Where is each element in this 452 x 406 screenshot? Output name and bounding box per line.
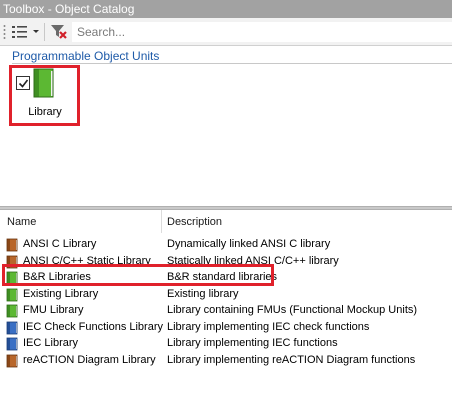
brown-book-icon [6,354,18,367]
row-description: Existing library [167,287,239,300]
row-name: ANSI C Library [23,238,97,250]
green-book-icon [6,288,18,301]
list-view-icon [12,26,27,38]
blue-book-icon [6,321,18,334]
table-row[interactable]: IEC Check Functions Library Library imple… [0,319,452,336]
toolbar-grip[interactable] [3,24,6,40]
object-catalog-table: Name Description ANSI C Library Dynamical… [0,210,452,406]
object-units-panel: Programmable Object Units Library [0,46,452,206]
table-row[interactable]: ANSI C Library Dynamically linked ANSI C … [0,236,452,253]
clear-filter-button[interactable] [50,23,70,41]
row-description: Library implementing reACTION Diagram fu… [167,353,416,366]
row-name: IEC Check Functions Library [23,320,163,333]
group-title: Programmable Object Units [12,49,160,63]
row-description: Library implementing IEC functions [167,337,338,349]
green-book-icon[interactable] [33,67,55,99]
column-header-description[interactable]: Description [167,216,222,228]
blue-book-icon [6,337,18,351]
window-title-bar: Toolbox - Object Catalog [0,0,452,18]
row-name: reACTION Diagram Library [23,353,156,366]
chevron-down-icon [33,30,39,33]
brown-book-icon [6,238,18,252]
toolbar [0,18,452,46]
search-input[interactable] [72,22,452,42]
table-header: Name Description [0,210,452,233]
column-header-name[interactable]: Name [7,216,36,228]
row-name: Existing Library [23,287,99,300]
toolbar-separator [44,23,45,41]
row-description: Dynamically linked ANSI C library [167,238,331,250]
column-divider[interactable] [161,210,162,233]
table-row[interactable]: IEC Library Library implementing IEC func… [0,335,452,352]
group-divider [12,63,452,64]
highlight-box-br-libraries-row [2,264,274,286]
table-row[interactable]: reACTION Diagram Library Library implemen… [0,352,452,369]
filter-clear-icon [51,25,67,39]
group-header: Programmable Object Units [12,49,452,64]
row-description: Library containing FMUs (Functional Mock… [167,304,418,316]
table-row[interactable]: FMU Library Library containing FMUs (Func… [0,302,452,319]
checkmark-icon [18,79,29,88]
view-mode-button[interactable] [11,23,41,41]
row-description: Library implementing IEC check functions [167,320,370,333]
library-checkbox[interactable] [16,76,30,90]
row-name: IEC Library [23,337,79,349]
library-tile-label[interactable]: Library [24,106,66,118]
table-row[interactable]: Existing Library Existing library [0,286,452,303]
window-title: Toolbox - Object Catalog [3,2,135,16]
row-name: FMU Library [23,304,84,316]
green-book-icon [6,304,18,318]
